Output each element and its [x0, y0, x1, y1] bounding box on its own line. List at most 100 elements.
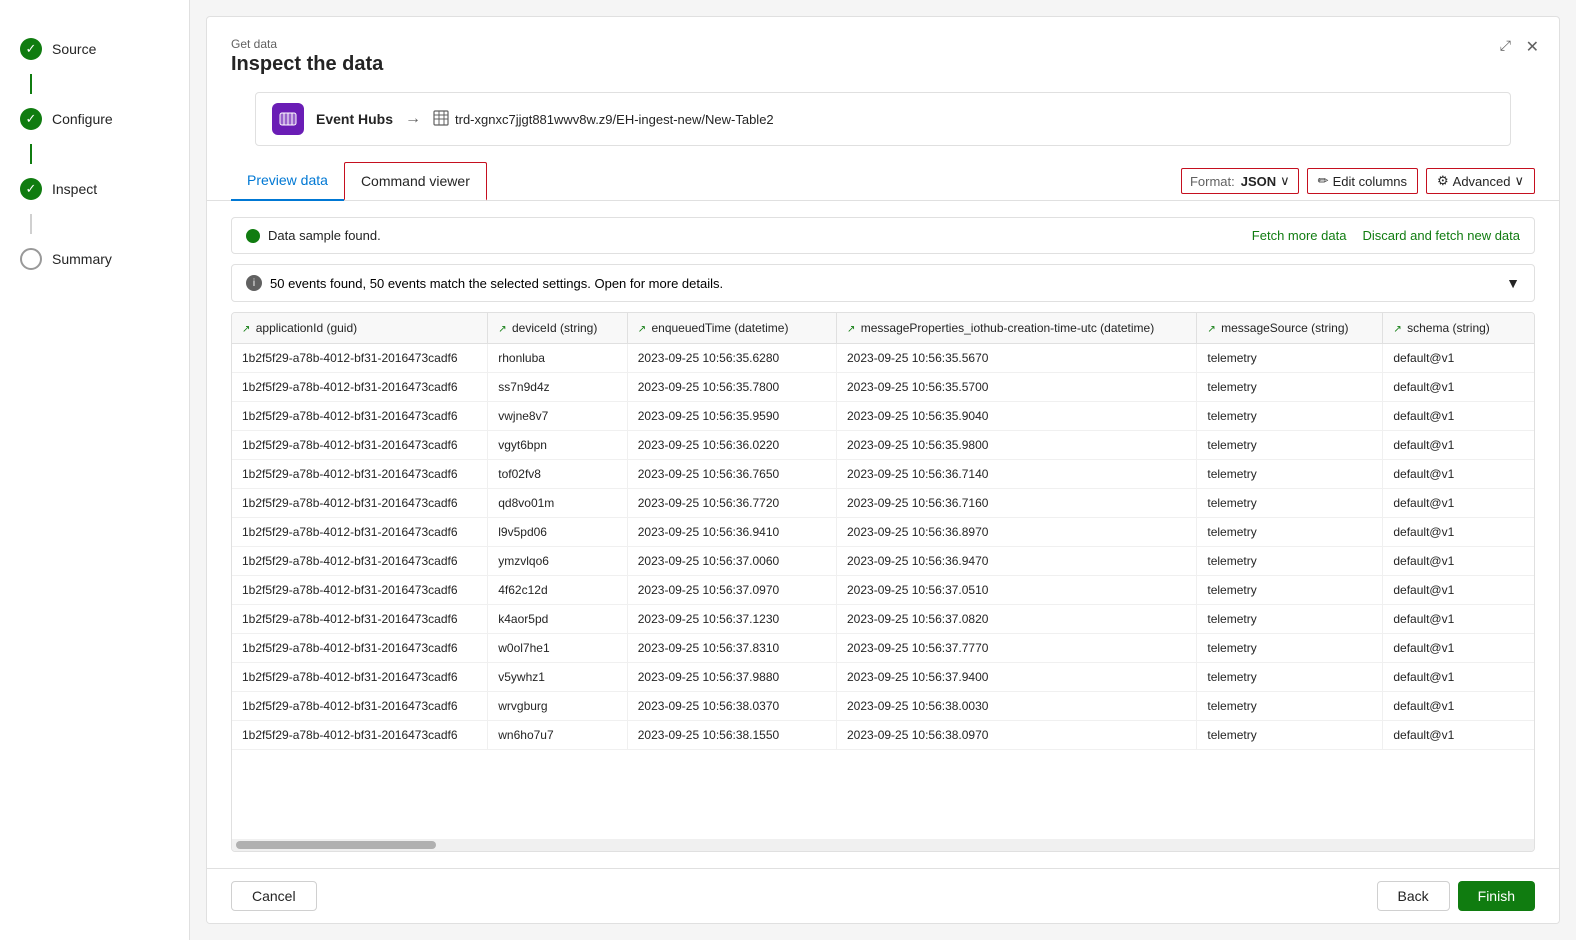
col-header-applicationId[interactable]: ↗ applicationId (guid)	[232, 313, 488, 344]
source-step-icon: ✓	[20, 38, 42, 60]
table-cell: telemetry	[1197, 402, 1383, 431]
table-body: 1b2f5f29-a78b-4012-bf31-2016473cadf6rhon…	[232, 344, 1534, 750]
table-cell: qd8vo01m	[488, 489, 628, 518]
table-row: 1b2f5f29-a78b-4012-bf31-2016473cadf6vwjn…	[232, 402, 1534, 431]
table-cell: 2023-09-25 10:56:37.0820	[837, 605, 1197, 634]
page-title: Inspect the data	[231, 53, 1535, 76]
table-cell: 1b2f5f29-a78b-4012-bf31-2016473cadf6	[232, 344, 488, 373]
sort-icon-messageSource: ↗	[1207, 324, 1215, 335]
table-cell: 2023-09-25 10:56:36.7160	[837, 489, 1197, 518]
tab-command-viewer[interactable]: Command viewer	[344, 162, 487, 201]
sidebar: ✓ Source ✓ Configure ✓ Inspect Summary	[0, 0, 190, 940]
back-button[interactable]: Back	[1377, 881, 1450, 911]
table-cell: 2023-09-25 10:56:38.1550	[627, 721, 836, 750]
source-path-bar: Event Hubs → trd-xgnxc7jjgt881wwv8w.z9/E…	[255, 92, 1511, 146]
table-row: 1b2f5f29-a78b-4012-bf31-2016473cadf6ymzv…	[232, 547, 1534, 576]
table-row: 1b2f5f29-a78b-4012-bf31-2016473cadf64f62…	[232, 576, 1534, 605]
table-cell: default@v1	[1383, 518, 1534, 547]
path-text: trd-xgnxc7jjgt881wwv8w.z9/EH-ingest-new/…	[455, 112, 774, 127]
table-cell: telemetry	[1197, 489, 1383, 518]
footer-right: Back Finish	[1377, 881, 1535, 911]
close-button[interactable]: ✕	[1522, 33, 1543, 61]
table-grid-icon	[433, 110, 449, 129]
table-cell: telemetry	[1197, 431, 1383, 460]
table-cell: 1b2f5f29-a78b-4012-bf31-2016473cadf6	[232, 373, 488, 402]
table-cell: 1b2f5f29-a78b-4012-bf31-2016473cadf6	[232, 518, 488, 547]
sort-icon-messageProperties: ↗	[847, 324, 855, 335]
fetch-more-link[interactable]: Fetch more data	[1252, 228, 1347, 243]
table-cell: v5ywhz1	[488, 663, 628, 692]
table-cell: 2023-09-25 10:56:36.7140	[837, 460, 1197, 489]
table-cell: default@v1	[1383, 489, 1534, 518]
table-cell: default@v1	[1383, 344, 1534, 373]
table-row: 1b2f5f29-a78b-4012-bf31-2016473cadf6w0ol…	[232, 634, 1534, 663]
events-text: 50 events found, 50 events match the sel…	[270, 276, 723, 291]
col-label-schema: schema (string)	[1407, 321, 1490, 335]
table-cell: 2023-09-25 10:56:35.7800	[627, 373, 836, 402]
sort-icon-deviceId: ↗	[498, 324, 506, 335]
col-header-messageProperties[interactable]: ↗ messageProperties_iothub-creation-time…	[837, 313, 1197, 344]
table-row: 1b2f5f29-a78b-4012-bf31-2016473cadf6tof0…	[232, 460, 1534, 489]
table-cell: default@v1	[1383, 576, 1534, 605]
table-cell: 2023-09-25 10:56:35.6280	[627, 344, 836, 373]
table-cell: wrvgburg	[488, 692, 628, 721]
table-cell: 2023-09-25 10:56:38.0370	[627, 692, 836, 721]
table-cell: telemetry	[1197, 373, 1383, 402]
table-cell: 2023-09-25 10:56:38.0030	[837, 692, 1197, 721]
col-header-deviceId[interactable]: ↗ deviceId (string)	[488, 313, 628, 344]
table-cell: ss7n9d4z	[488, 373, 628, 402]
table-cell: 2023-09-25 10:56:35.9590	[627, 402, 836, 431]
info-icon: i	[246, 275, 262, 291]
sort-icon-applicationId: ↗	[242, 324, 250, 335]
table-cell: w0ol7he1	[488, 634, 628, 663]
tab-preview-data[interactable]: Preview data	[231, 162, 344, 201]
advanced-button[interactable]: ⚙ Advanced ∨	[1426, 168, 1535, 194]
tabs-left: Preview data Command viewer	[231, 162, 487, 200]
edit-columns-label: Edit columns	[1333, 174, 1407, 189]
table-cell: l9v5pd06	[488, 518, 628, 547]
table-cell: k4aor5pd	[488, 605, 628, 634]
table-scroll-wrapper[interactable]: ↗ applicationId (guid) ↗ deviceId (strin…	[232, 313, 1534, 839]
status-left: Data sample found.	[246, 228, 381, 243]
footer-left: Cancel	[231, 881, 317, 911]
format-select[interactable]: Format: JSON ∨	[1181, 168, 1299, 194]
horizontal-scrollbar[interactable]	[232, 839, 1534, 851]
table-cell: 1b2f5f29-a78b-4012-bf31-2016473cadf6	[232, 547, 488, 576]
table-cell: 1b2f5f29-a78b-4012-bf31-2016473cadf6	[232, 402, 488, 431]
table-row: 1b2f5f29-a78b-4012-bf31-2016473cadf6vgyt…	[232, 431, 1534, 460]
edit-columns-button[interactable]: ✏ Edit columns	[1307, 168, 1418, 194]
cancel-button[interactable]: Cancel	[231, 881, 317, 911]
table-cell: telemetry	[1197, 605, 1383, 634]
sidebar-item-configure[interactable]: ✓ Configure	[0, 94, 189, 144]
discard-link[interactable]: Discard and fetch new data	[1362, 228, 1520, 243]
events-left: i 50 events found, 50 events match the s…	[246, 275, 723, 291]
sidebar-item-source-label: Source	[52, 41, 96, 57]
table-cell: default@v1	[1383, 373, 1534, 402]
summary-step-icon	[20, 248, 42, 270]
col-header-schema[interactable]: ↗ schema (string)	[1383, 313, 1534, 344]
table-cell: 1b2f5f29-a78b-4012-bf31-2016473cadf6	[232, 663, 488, 692]
events-chevron-icon[interactable]: ▼	[1506, 275, 1520, 291]
event-hub-icon	[272, 103, 304, 135]
sidebar-item-source[interactable]: ✓ Source	[0, 24, 189, 74]
data-table-container: ↗ applicationId (guid) ↗ deviceId (strin…	[231, 312, 1535, 852]
modal-header: Get data Inspect the data ⤢ ✕ Event Hubs…	[207, 17, 1559, 162]
col-header-enqueuedTime[interactable]: ↗ enqueuedTime (datetime)	[627, 313, 836, 344]
table-cell: telemetry	[1197, 634, 1383, 663]
table-row: 1b2f5f29-a78b-4012-bf31-2016473cadf6wrvg…	[232, 692, 1534, 721]
table-cell: 4f62c12d	[488, 576, 628, 605]
scrollbar-thumb[interactable]	[236, 841, 436, 849]
gear-icon: ⚙	[1437, 173, 1449, 189]
finish-button[interactable]: Finish	[1458, 881, 1535, 911]
table-cell: 1b2f5f29-a78b-4012-bf31-2016473cadf6	[232, 692, 488, 721]
sidebar-item-inspect[interactable]: ✓ Inspect	[0, 164, 189, 214]
expand-button[interactable]: ⤢	[1496, 33, 1515, 58]
sidebar-item-summary[interactable]: Summary	[0, 234, 189, 284]
sidebar-item-configure-label: Configure	[52, 111, 113, 127]
table-cell: telemetry	[1197, 721, 1383, 750]
table-cell: 2023-09-25 10:56:35.5670	[837, 344, 1197, 373]
table-cell: 2023-09-25 10:56:35.5700	[837, 373, 1197, 402]
table-cell: 2023-09-25 10:56:37.1230	[627, 605, 836, 634]
col-header-messageSource[interactable]: ↗ messageSource (string)	[1197, 313, 1383, 344]
sort-icon-enqueuedTime: ↗	[638, 324, 646, 335]
